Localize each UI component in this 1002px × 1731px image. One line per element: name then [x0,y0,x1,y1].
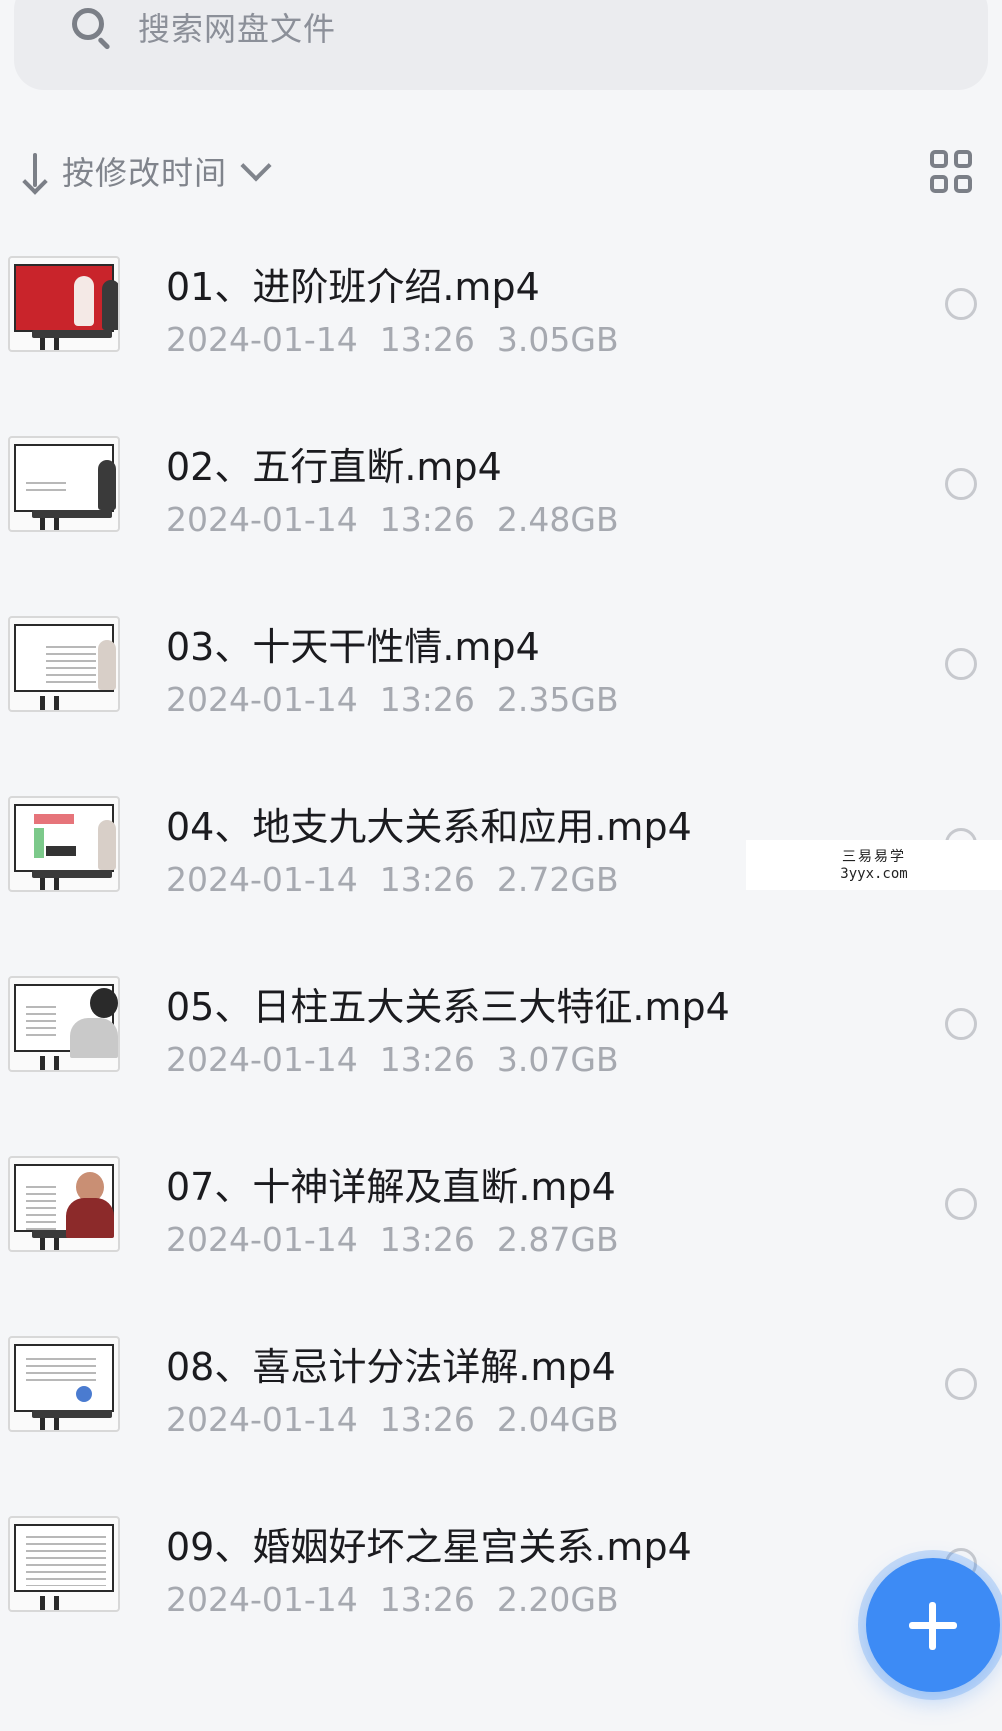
file-size: 2.20GB [496,1580,619,1619]
list-item[interactable]: 02、五行直断.mp4 2024-01-14 13:26 2.48GB [0,420,1002,600]
file-meta: 2024-01-14 13:26 2.87GB [166,1220,641,1259]
sort-arrow-icon[interactable] [22,151,48,195]
file-name: 04、地支九大关系和应用.mp4 [166,805,692,849]
add-button[interactable] [866,1558,1000,1692]
select-radio[interactable] [945,288,977,320]
list-item[interactable]: 09、婚姻好坏之星宫关系.mp4 2024-01-14 13:26 2.20GB [0,1500,1002,1680]
file-time: 13:26 [379,680,475,719]
list-item[interactable]: 03、十天干性情.mp4 2024-01-14 13:26 2.35GB [0,600,1002,780]
select-radio[interactable] [945,1188,977,1220]
file-meta: 2024-01-14 13:26 2.20GB [166,1580,641,1619]
list-item[interactable]: 05、日柱五大关系三大特征.mp4 2024-01-14 13:26 3.07GB [0,960,1002,1140]
list-item[interactable]: 01、进阶班介绍.mp4 2024-01-14 13:26 3.05GB [0,240,1002,420]
file-time: 13:26 [379,1040,475,1079]
file-date: 2024-01-14 [166,860,358,899]
watermark: 三易易学 3yyx.com [746,840,1002,890]
file-time: 13:26 [379,1220,475,1259]
list-item[interactable]: 07、十神详解及直断.mp4 2024-01-14 13:26 2.87GB [0,1140,1002,1320]
file-meta: 2024-01-14 13:26 3.07GB [166,1040,641,1079]
watermark-title: 三易易学 [842,849,906,865]
file-meta: 2024-01-14 13:26 2.48GB [166,500,641,539]
video-thumbnail [8,256,120,352]
file-name: 01、进阶班介绍.mp4 [166,265,540,309]
file-name: 08、喜忌计分法详解.mp4 [166,1345,616,1389]
file-time: 13:26 [379,320,475,359]
file-time: 13:26 [379,500,475,539]
file-meta: 2024-01-14 13:26 2.35GB [166,680,641,719]
file-time: 13:26 [379,1580,475,1619]
file-size: 2.87GB [496,1220,619,1259]
grid-view-icon[interactable] [930,150,974,194]
video-thumbnail [8,1336,120,1432]
file-date: 2024-01-14 [166,1220,358,1259]
video-thumbnail [8,616,120,712]
video-thumbnail [8,1156,120,1252]
search-bar[interactable]: 搜索网盘文件 [14,0,988,90]
video-thumbnail [8,796,120,892]
file-date: 2024-01-14 [166,1400,358,1439]
file-name: 05、日柱五大关系三大特征.mp4 [166,985,730,1029]
file-name: 02、五行直断.mp4 [166,445,502,489]
select-radio[interactable] [945,1368,977,1400]
select-radio[interactable] [945,468,977,500]
select-radio[interactable] [945,1008,977,1040]
file-time: 13:26 [379,860,475,899]
search-placeholder: 搜索网盘文件 [138,10,337,48]
file-name: 07、十神详解及直断.mp4 [166,1165,616,1209]
file-date: 2024-01-14 [166,1580,358,1619]
sort-label[interactable]: 按修改时间 [62,148,227,194]
file-size: 3.05GB [496,320,619,359]
file-date: 2024-01-14 [166,320,358,359]
file-size: 2.48GB [496,500,619,539]
video-thumbnail [8,436,120,532]
file-browser-page: 搜索网盘文件 按修改时间 01、进阶班介绍.mp4 2024-01-14 13:2… [0,0,1002,1731]
file-name: 09、婚姻好坏之星宫关系.mp4 [166,1525,692,1569]
list-item[interactable]: 08、喜忌计分法详解.mp4 2024-01-14 13:26 2.04GB [0,1320,1002,1500]
search-icon [70,6,114,51]
file-size: 3.07GB [496,1040,619,1079]
file-meta: 2024-01-14 13:26 2.72GB [166,860,641,899]
file-date: 2024-01-14 [166,680,358,719]
file-size: 2.72GB [496,860,619,899]
file-meta: 2024-01-14 13:26 2.04GB [166,1400,641,1439]
video-thumbnail [8,976,120,1072]
file-size: 2.35GB [496,680,619,719]
video-thumbnail [8,1516,120,1612]
file-date: 2024-01-14 [166,500,358,539]
select-radio[interactable] [945,648,977,680]
file-name: 03、十天干性情.mp4 [166,625,540,669]
file-date: 2024-01-14 [166,1040,358,1079]
chevron-down-icon[interactable] [240,150,272,182]
file-size: 2.04GB [496,1400,619,1439]
sort-bar: 按修改时间 [22,146,990,196]
watermark-url: 3yyx.com [840,866,908,882]
file-meta: 2024-01-14 13:26 3.05GB [166,320,641,359]
file-time: 13:26 [379,1400,475,1439]
